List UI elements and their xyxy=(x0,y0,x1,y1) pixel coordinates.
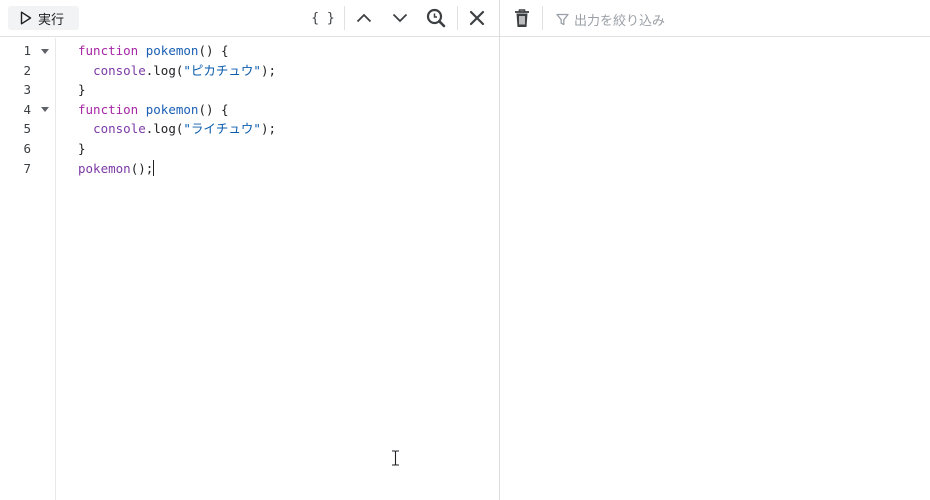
code-token: "ライチュウ" xyxy=(183,121,261,137)
editor-toolbar: 実行 { } xyxy=(0,0,499,37)
code-token: } xyxy=(78,82,86,98)
code-token: "ピカチュウ" xyxy=(183,62,261,78)
pane-divider[interactable] xyxy=(499,0,500,500)
text-cursor-icon xyxy=(392,450,399,466)
code-line[interactable]: pokemon(); xyxy=(78,159,276,179)
clear-console-button[interactable] xyxy=(510,7,534,29)
trash-icon xyxy=(515,9,529,27)
chevron-up-icon xyxy=(356,13,372,23)
toolbar-divider xyxy=(542,6,543,30)
filter-icon xyxy=(556,13,569,25)
code-token: () { xyxy=(198,43,229,58)
toolbar-divider xyxy=(457,6,458,30)
previous-match-button[interactable] xyxy=(352,7,376,29)
filter-placeholder: 出力を絞り込み xyxy=(574,13,666,29)
text-caret xyxy=(153,159,155,176)
code-token: pokemon xyxy=(78,160,131,176)
close-icon xyxy=(469,10,485,26)
close-button[interactable] xyxy=(465,7,489,29)
code-token: pokemon xyxy=(145,43,199,58)
next-match-button[interactable] xyxy=(388,7,412,29)
run-button[interactable]: 実行 xyxy=(8,6,79,30)
code-token: ); xyxy=(260,121,277,137)
fold-toggle-icon[interactable] xyxy=(41,107,49,113)
line-number: 7 xyxy=(23,160,31,176)
run-button-label: 実行 xyxy=(38,12,65,28)
code-line[interactable]: console.log("ピカチュウ"); xyxy=(78,61,276,81)
code-token: .log( xyxy=(145,121,184,137)
code-line[interactable]: } xyxy=(78,80,276,100)
code-line[interactable]: console.log("ライチュウ"); xyxy=(78,119,276,139)
line-number: 2 xyxy=(23,62,31,78)
code-token: () { xyxy=(198,101,229,117)
code-token: function xyxy=(78,43,139,58)
code-line[interactable]: function pokemon() { xyxy=(78,41,276,61)
code-token: ); xyxy=(260,62,277,78)
search-button[interactable] xyxy=(424,7,448,29)
code-line[interactable]: function pokemon() { xyxy=(78,100,276,120)
chevron-down-icon xyxy=(392,13,408,23)
code-token: console xyxy=(93,62,146,78)
code-line[interactable]: } xyxy=(78,139,276,159)
code-token: function xyxy=(78,101,139,117)
toolbar-divider xyxy=(344,6,345,30)
line-number-gutter: 1 2 3 4 5 6 7 xyxy=(0,38,56,500)
search-icon xyxy=(426,8,446,28)
line-number: 3 xyxy=(23,82,31,98)
format-code-button[interactable]: { } xyxy=(311,7,335,29)
fold-toggle-icon[interactable] xyxy=(41,48,49,54)
code-token: pokemon xyxy=(145,101,199,117)
play-icon xyxy=(20,11,32,25)
line-number: 6 xyxy=(23,141,31,156)
code-token: console xyxy=(93,121,146,137)
line-number: 4 xyxy=(23,101,31,117)
filter-output-input[interactable]: 出力を絞り込み xyxy=(556,10,666,29)
code-token: } xyxy=(78,140,86,156)
code-token: (); xyxy=(130,160,154,176)
code-editor[interactable]: function pokemon() { console.log("ピカチュウ"… xyxy=(78,41,276,178)
line-number: 5 xyxy=(23,121,31,137)
line-number: 1 xyxy=(23,43,31,58)
code-token: .log( xyxy=(145,62,184,78)
braces-icon: { } xyxy=(311,10,335,26)
